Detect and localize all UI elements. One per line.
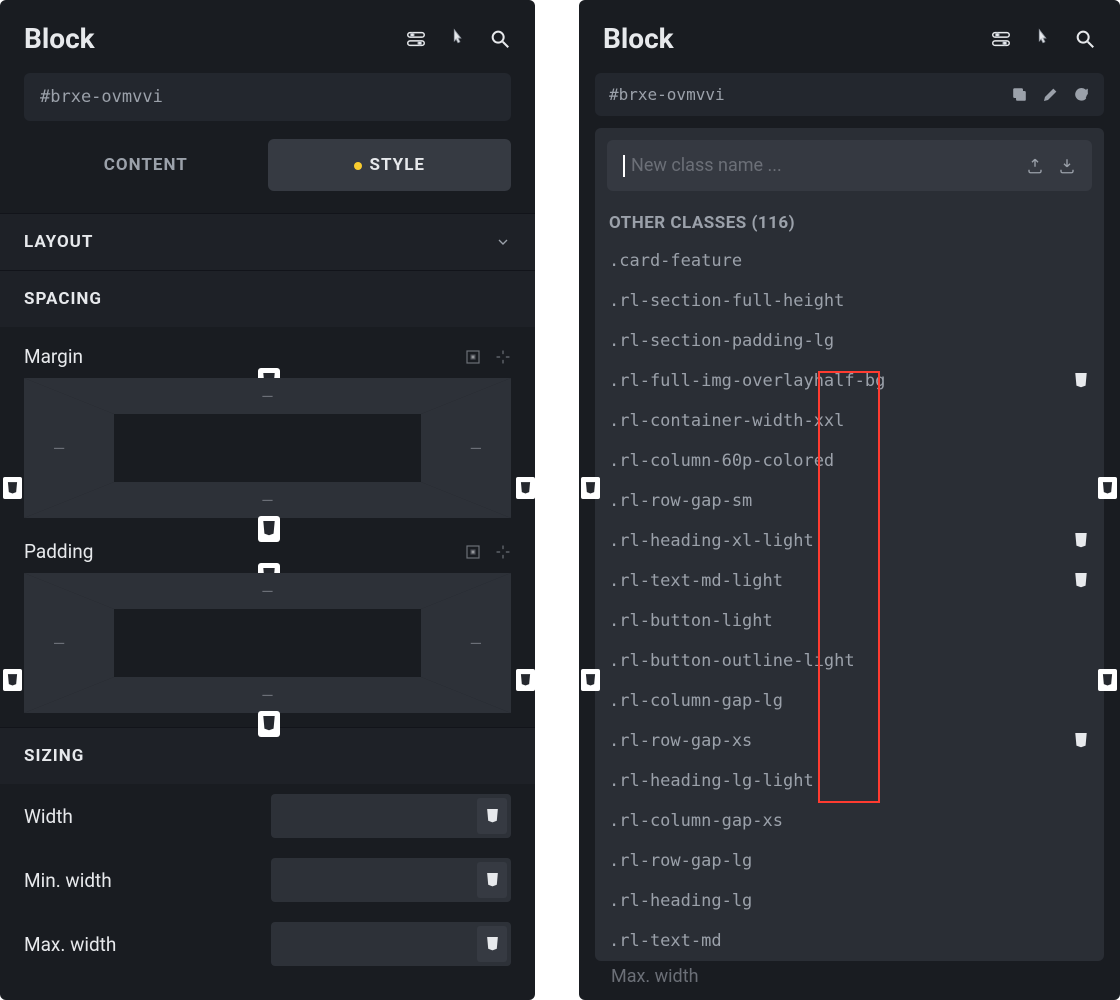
css3-icon bbox=[477, 862, 507, 898]
class-item[interactable]: .rl-column-gap-lg bbox=[595, 681, 1104, 721]
css3-icon bbox=[258, 516, 280, 542]
refresh-icon[interactable] bbox=[1073, 86, 1090, 103]
class-item[interactable]: .rl-heading-lg bbox=[595, 881, 1104, 921]
class-item[interactable]: .rl-full-img-overlayhalf-bg bbox=[595, 361, 1104, 401]
link-sides-icon[interactable] bbox=[495, 349, 511, 365]
export-icon[interactable] bbox=[1026, 157, 1044, 175]
class-item[interactable]: .rl-text-md-light bbox=[595, 561, 1104, 601]
import-icon[interactable] bbox=[1058, 157, 1076, 175]
search-icon[interactable] bbox=[489, 28, 511, 50]
new-class-input[interactable] bbox=[629, 154, 1026, 177]
css3-icon bbox=[581, 669, 600, 691]
class-name: .rl-button-outline-light bbox=[609, 651, 855, 671]
class-name: .rl-row-gap-xs bbox=[609, 731, 752, 751]
panel-title: Block bbox=[24, 22, 95, 55]
edit-icon[interactable] bbox=[1042, 86, 1059, 103]
class-name: .rl-heading-xl-light bbox=[609, 531, 814, 551]
class-item[interactable]: .rl-container-width-xxl bbox=[595, 401, 1104, 441]
class-item[interactable]: .rl-button-outline-light bbox=[595, 641, 1104, 681]
class-item[interactable]: .rl-row-gap-xs bbox=[595, 721, 1104, 761]
class-name: .rl-full-img-overlayhalf-bg bbox=[609, 371, 885, 391]
max-width-input[interactable] bbox=[271, 922, 511, 966]
width-row: Width bbox=[0, 784, 535, 848]
toggle-icon[interactable] bbox=[405, 28, 427, 50]
max-width-row: Max. width bbox=[0, 912, 535, 976]
class-name: .rl-section-full-height bbox=[609, 291, 844, 311]
section-spacing: SPACING bbox=[0, 270, 535, 327]
other-classes-header: OTHER CLASSES (116) bbox=[595, 203, 1104, 241]
class-item[interactable]: .rl-button-light bbox=[595, 601, 1104, 641]
selector-chip[interactable]: #brxe-ovmvvi bbox=[595, 73, 1104, 116]
css3-icon bbox=[1098, 669, 1117, 691]
text-caret bbox=[623, 155, 625, 177]
class-item[interactable]: .rl-column-60p-colored bbox=[595, 441, 1104, 481]
min-width-row: Min. width bbox=[0, 848, 535, 912]
class-item[interactable]: .rl-row-gap-lg bbox=[595, 841, 1104, 881]
class-item[interactable]: .rl-heading-lg-light bbox=[595, 761, 1104, 801]
class-item[interactable]: .rl-row-gap-sm bbox=[595, 481, 1104, 521]
class-item[interactable]: .rl-column-gap-xs bbox=[595, 801, 1104, 841]
margin-diagram[interactable]: – – – – bbox=[24, 378, 511, 518]
css3-icon bbox=[1072, 371, 1090, 391]
panel-header: Block bbox=[0, 0, 535, 73]
selector-input[interactable]: #brxe-ovmvvi bbox=[24, 73, 511, 121]
min-width-input[interactable] bbox=[271, 858, 511, 902]
class-picker: OTHER CLASSES (116) .card-feature .rl-sec… bbox=[595, 128, 1104, 961]
css3-icon bbox=[1072, 531, 1090, 551]
css3-icon bbox=[477, 926, 507, 962]
class-name: .rl-container-width-xxl bbox=[609, 411, 844, 431]
class-list[interactable]: .card-feature .rl-section-full-height .rl-… bbox=[595, 241, 1104, 961]
class-name: .rl-button-light bbox=[609, 611, 773, 631]
class-name: .rl-text-md bbox=[609, 931, 722, 951]
class-item[interactable]: .rl-section-full-height bbox=[595, 281, 1104, 321]
class-name: .rl-row-gap-lg bbox=[609, 851, 752, 871]
class-name: .rl-row-gap-sm bbox=[609, 491, 752, 511]
css3-icon bbox=[3, 669, 22, 691]
css3-icon bbox=[516, 477, 535, 499]
search-icon[interactable] bbox=[1074, 28, 1096, 50]
faded-max-width-row: Max. width bbox=[595, 958, 1104, 995]
padding-diagram[interactable]: – – – – bbox=[24, 573, 511, 713]
class-name: .rl-heading-lg bbox=[609, 891, 752, 911]
css3-icon bbox=[477, 798, 507, 834]
css3-icon bbox=[581, 477, 600, 499]
class-name: .card-feature bbox=[609, 251, 742, 271]
box-model-icon[interactable] bbox=[465, 544, 481, 560]
tab-style[interactable]: STYLE bbox=[268, 139, 512, 191]
class-name: .rl-column-gap-xs bbox=[609, 811, 783, 831]
class-name: .rl-column-gap-lg bbox=[609, 691, 783, 711]
chevron-down-icon bbox=[495, 234, 511, 250]
width-input[interactable] bbox=[271, 794, 511, 838]
css3-icon bbox=[1098, 477, 1117, 499]
pointer-icon[interactable] bbox=[1032, 28, 1054, 50]
class-name: .rl-heading-lg-light bbox=[609, 771, 814, 791]
class-name: .rl-column-60p-colored bbox=[609, 451, 834, 471]
pointer-icon[interactable] bbox=[447, 28, 469, 50]
class-item[interactable]: .card-feature bbox=[595, 241, 1104, 281]
link-sides-icon[interactable] bbox=[495, 544, 511, 560]
tab-content[interactable]: CONTENT bbox=[24, 139, 268, 191]
copy-icon[interactable] bbox=[1011, 86, 1028, 103]
tabs: CONTENT STYLE bbox=[24, 139, 511, 191]
class-name: .rl-section-padding-lg bbox=[609, 331, 834, 351]
css3-icon bbox=[516, 669, 535, 691]
css3-icon bbox=[1072, 571, 1090, 591]
class-item[interactable]: .rl-text-md bbox=[595, 921, 1104, 961]
new-class-input-wrap bbox=[607, 140, 1092, 191]
section-layout[interactable]: LAYOUT bbox=[0, 213, 535, 270]
box-model-icon[interactable] bbox=[465, 349, 481, 365]
class-item[interactable]: .rl-section-padding-lg bbox=[595, 321, 1104, 361]
class-name: .rl-text-md-light bbox=[609, 571, 783, 591]
panel-title: Block bbox=[603, 22, 674, 55]
class-item[interactable]: .rl-heading-xl-light bbox=[595, 521, 1104, 561]
toggle-icon[interactable] bbox=[990, 28, 1012, 50]
css3-icon bbox=[258, 711, 280, 737]
right-panel: Block #brxe-ovmvvi bbox=[579, 0, 1120, 1000]
left-panel: Block #brxe-ovmvvi CONTENT STYLE LAYOUT bbox=[0, 0, 535, 1000]
panel-header: Block bbox=[579, 0, 1120, 73]
css3-icon bbox=[3, 477, 22, 499]
css3-icon bbox=[1072, 731, 1090, 751]
